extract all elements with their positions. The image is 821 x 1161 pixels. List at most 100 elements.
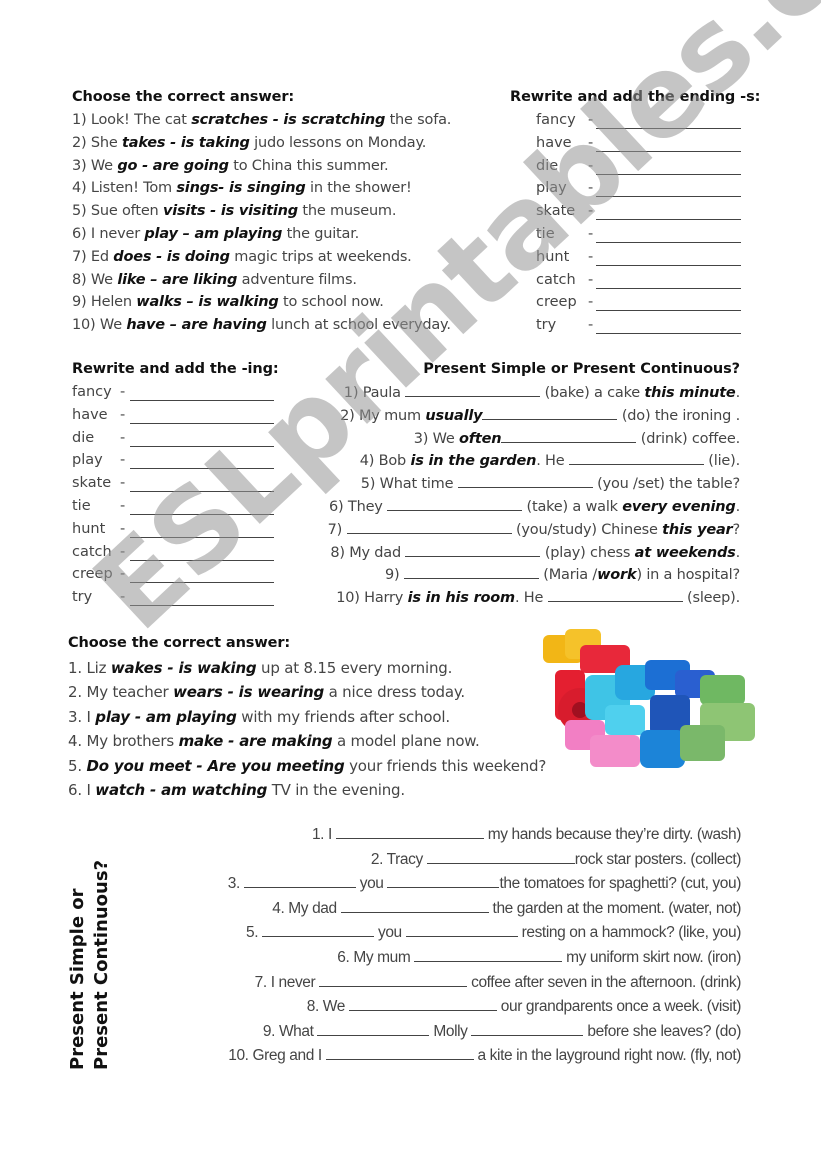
answer-blank[interactable]: [346, 521, 512, 534]
answer-blank[interactable]: [340, 899, 489, 913]
item-text: (you/study) Chinese: [511, 521, 663, 538]
item-text: 6) I never: [72, 226, 145, 242]
word-row: play -: [72, 452, 274, 470]
answer-blank[interactable]: [405, 923, 518, 938]
answer-blank[interactable]: [403, 566, 539, 580]
word-row: hunt -: [536, 249, 741, 267]
answer-blank[interactable]: [596, 184, 741, 198]
answer-blank[interactable]: [325, 1046, 474, 1061]
item-text: up at 8.15 every morning.: [256, 659, 453, 677]
answer-blank[interactable]: [262, 923, 375, 938]
exercise-item: 9. What Molly before she leaves? (do): [263, 1022, 741, 1041]
keyword: this year: [662, 521, 733, 538]
section2-title: Rewrite and add the ending -s:: [510, 89, 761, 105]
answer-blank[interactable]: [596, 139, 741, 152]
exercise-item: 8. We our grandparents once a week. (vis…: [307, 997, 742, 1016]
answer-blank[interactable]: [414, 948, 563, 962]
item-text: with my friends after school.: [236, 707, 450, 726]
answer-blank[interactable]: [130, 434, 274, 447]
item-text: a kite in the layground right now. (fly,…: [473, 1047, 742, 1065]
item-text: 4) Bob: [359, 453, 411, 470]
item-text: 5) What time: [360, 476, 458, 493]
exercise-item: 3. I play - am playing with my friends a…: [68, 708, 450, 726]
answer-blank[interactable]: [130, 525, 274, 538]
answer-blank[interactable]: [596, 253, 741, 266]
answer-blank[interactable]: [596, 207, 741, 221]
exercise-item: 6) They (take) a walk every evening.: [329, 498, 740, 515]
item-text: 1. I: [311, 826, 336, 843]
keyword: is in his room: [407, 590, 516, 607]
exercise-item: 9) Helen walks – is walking to school no…: [72, 294, 384, 310]
item-text: (bake) a cake: [540, 385, 645, 401]
word-row: die -: [72, 430, 274, 448]
item-text: Molly: [429, 1022, 472, 1040]
answer-blank[interactable]: [457, 475, 593, 489]
item-text: 2. My teacher: [68, 683, 174, 702]
base-word: die: [72, 429, 95, 446]
answer-blank[interactable]: [596, 321, 741, 335]
answer-blank[interactable]: [130, 548, 274, 561]
answer-blank[interactable]: [471, 1022, 584, 1036]
base-word: try: [536, 317, 557, 334]
dash-separator: -: [120, 520, 126, 537]
answer-blank[interactable]: [130, 388, 274, 401]
answer-blank[interactable]: [335, 825, 484, 839]
exercise-item: 5) Sue often visits - is visiting the mu…: [72, 203, 396, 219]
exercise-item: 8) We like – are liking adventure films.: [72, 272, 357, 288]
answer-blank[interactable]: [596, 230, 741, 243]
dash-separator: -: [588, 317, 594, 334]
item-text: 3) We: [72, 157, 118, 174]
answer-blank[interactable]: [405, 544, 541, 557]
section3-title: Rewrite and add the -ing:: [72, 361, 279, 377]
word-row: have -: [536, 135, 741, 153]
answer-blank[interactable]: [596, 298, 741, 312]
word-row: die -: [536, 158, 741, 176]
answer-blank[interactable]: [596, 116, 741, 129]
exercise-item: 4) Bob is in the garden. He (lie).: [360, 452, 740, 469]
keyword: is in the garden: [410, 453, 537, 470]
item-text: 5.: [68, 756, 87, 775]
answer-blank[interactable]: [387, 874, 500, 889]
exercise-item: 7) Ed does - is doing magic trips at wee…: [72, 249, 412, 265]
exercise-item: 2) My mum usually (do) the ironing .: [340, 407, 740, 424]
answer-blank[interactable]: [319, 973, 468, 987]
answer-blank[interactable]: [130, 411, 274, 424]
answer-blank[interactable]: [130, 570, 274, 584]
answer-blank[interactable]: [130, 593, 274, 607]
answer-blank[interactable]: [547, 589, 683, 603]
answer-blank[interactable]: [130, 479, 274, 493]
answer-blank[interactable]: [568, 452, 704, 466]
exercise-item: 1. I my hands because they’re dirty. (wa…: [312, 825, 741, 844]
answer-blank[interactable]: [348, 997, 497, 1012]
item-text: 9. What: [262, 1022, 318, 1040]
dash-separator: -: [588, 134, 594, 151]
answer-blank[interactable]: [405, 384, 541, 397]
answer-blank[interactable]: [130, 456, 274, 470]
base-word: creep: [536, 294, 577, 311]
answer-blank[interactable]: [317, 1022, 430, 1036]
answer-blank[interactable]: [387, 498, 523, 511]
answer-blank[interactable]: [596, 276, 741, 289]
word-row: fancy -: [72, 384, 274, 402]
answer-blank[interactable]: [243, 874, 356, 889]
keyword: this minute: [644, 385, 736, 401]
answer-blank[interactable]: [482, 407, 618, 420]
word-row: have -: [72, 407, 274, 425]
item-text: .: [735, 499, 741, 515]
exercise-item: 5. Do you meet - Are you meeting your fr…: [68, 757, 546, 775]
answer-blank[interactable]: [596, 162, 741, 175]
answer-blank[interactable]: [501, 430, 637, 443]
exercise-item: 10) We have – are having lunch at school…: [72, 317, 451, 333]
section6-title-line2: Present Continuous?: [91, 859, 112, 1070]
answer-blank[interactable]: [426, 850, 575, 864]
item-text: 10) Harry: [336, 590, 408, 607]
item-text: 2) She: [72, 134, 123, 151]
item-text: (drink) coffee.: [636, 430, 740, 447]
item-text: 10. Greg and I: [228, 1047, 326, 1065]
item-text: before she leaves? (do): [583, 1022, 741, 1040]
item-text: the museum.: [297, 203, 397, 220]
exercise-item: 1. Liz wakes - is waking up at 8.15 ever…: [68, 659, 452, 677]
answer-blank[interactable]: [130, 502, 274, 515]
item-text: to school now.: [278, 294, 384, 311]
item-text: your friends this weekend?: [344, 756, 547, 775]
